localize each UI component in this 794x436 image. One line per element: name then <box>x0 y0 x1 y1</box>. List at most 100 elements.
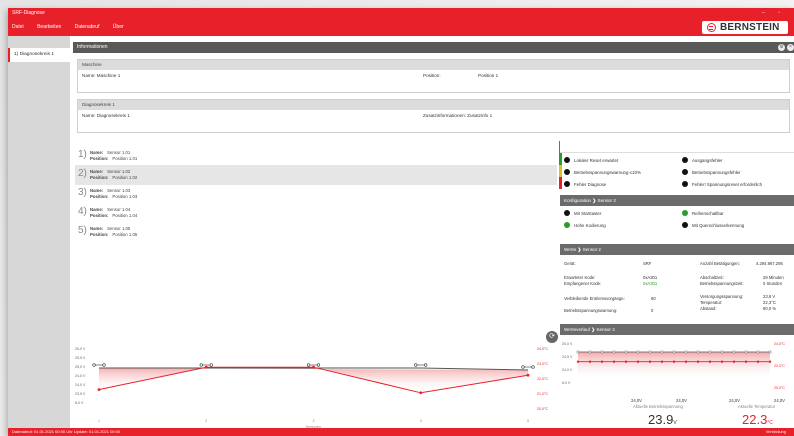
voltage-point <box>424 363 428 367</box>
logo-text: BERNSTEIN <box>720 22 780 33</box>
werte-sensor: Sensor 2 <box>582 247 601 252</box>
sensor-list-item[interactable]: 5) Name: Sensor 1.05 Position: Position 1.… <box>75 222 557 242</box>
konfig-label: Mit Starttaster <box>574 211 602 216</box>
betriebsspannungszeit-label: Betriebsspannungszeit: <box>700 281 744 286</box>
right-tick-label: 24,0°C <box>774 342 785 346</box>
history-voltage-point <box>660 350 664 354</box>
sensor-position: Position 1.01 <box>112 156 138 161</box>
voltage-point <box>414 363 418 367</box>
sensor-list-item[interactable]: 4) Name: Sensor 1.04 Position: Position 1.… <box>75 203 557 223</box>
history-temperature-point <box>672 360 676 363</box>
status-label: Fehler! Spannungsreset erforderlich <box>692 182 763 187</box>
gauge-volt-label: Aktuelle Betriebsspannung <box>633 404 683 409</box>
menu-datei[interactable]: Datei <box>12 24 24 30</box>
konfig-label: Mit Querschlusserkennung <box>692 223 745 228</box>
sensor-name: Sensor 1.01 <box>107 150 131 155</box>
menu-datenabruf[interactable]: Datenabruf <box>75 24 100 30</box>
sensor-list: 1) Name: Sensor 1.01 Position: Position 1.… <box>73 146 557 346</box>
konfig-sensor: Sensor 2 <box>597 198 616 203</box>
konfig-dot-icon <box>682 222 688 229</box>
status-bar: Datenabruf: 01.01.2021 00:00 Uhr Update:… <box>8 428 794 436</box>
history-voltage-point <box>588 350 592 354</box>
konfig-row: Mit Starttaster Reihenschaltbar <box>564 208 794 219</box>
history-temperature-point <box>588 360 592 363</box>
sensor-list-item[interactable]: 1) Name: Sensor 1.01 Position: Position 1.… <box>75 146 557 166</box>
werte-title: Werte <box>564 247 577 252</box>
sensor-name-line: Name: Sensor 1.01 <box>90 150 130 155</box>
history-temperature-point <box>576 360 580 363</box>
status-item: Ausgangsfehler <box>682 155 723 166</box>
history-temperature-point <box>768 360 772 363</box>
sensor-number: 3) <box>78 187 87 198</box>
left-tick-label: 25,0 V <box>562 342 573 346</box>
status-dot-icon <box>564 157 570 164</box>
right-tick-label: 22,0°C <box>774 364 785 368</box>
sensor-list-item-selected[interactable]: 2) Name: Sensor 1.02 Position: Position 1.… <box>75 165 557 185</box>
status-label: Ausgangsfehler <box>692 158 723 163</box>
voltage-point <box>199 363 203 367</box>
konfig-dot-icon <box>564 210 570 217</box>
sensor-overview-chart: 26,0 V 25,5 V 25,0 V 24,5 V 24,0 V 23,5 V 8,0 … <box>75 347 548 429</box>
history-temperature-point <box>696 360 700 363</box>
history-voltage-point <box>684 350 688 354</box>
history-voltage-point <box>672 350 676 354</box>
left-tick-label: 26,0 V <box>75 347 86 351</box>
status-item: Betriebsspannungsfehler <box>682 167 741 178</box>
sensor-name-label: Name: <box>90 169 104 174</box>
sensor-name: Sensor 1.02 <box>107 169 131 174</box>
abstand-label: Abstand: <box>700 306 717 311</box>
x-tick-label: 1 <box>98 419 100 423</box>
versorgungsspannung-label: Versorgungsspannung: <box>700 294 744 299</box>
sensor-position-label: Position: <box>90 213 109 218</box>
betaetigungen-value: 4.294.967.295 <box>756 261 783 266</box>
close-icon[interactable]: × <box>787 44 794 51</box>
history-temperature-point <box>660 360 664 363</box>
verbleibende-value: 60 <box>651 296 656 301</box>
konfig-row: Hohe Kodierung Mit Querschlusserkennung <box>564 220 794 231</box>
status-row: Fehler Diagnose Fehler! Spannungsreset e… <box>564 179 794 190</box>
history-temperature-point <box>744 360 748 363</box>
betriebsspannungszeit-value: 0 Stunden <box>763 281 783 286</box>
maschine-name: Name: Maschine 1 <box>82 73 121 78</box>
info-header: Informationen ⚙ × <box>73 42 794 53</box>
history-voltage-point <box>720 350 724 354</box>
menu-bearbeiten[interactable]: Bearbeiten <box>37 24 61 30</box>
sensor-position-line: Position: Position 1.03 <box>90 194 137 199</box>
versorgungsspannung-value: 23,9 V <box>763 294 776 299</box>
konfig-item: Mit Starttaster <box>564 208 601 219</box>
gauge-volt-value: 23.9V <box>648 412 677 427</box>
temperature-point <box>526 373 530 377</box>
left-tick-label: 24,5 V <box>562 355 573 359</box>
sensor-list-item[interactable]: 3) Name: Sensor 1.03 Position: Position 1.… <box>75 184 557 204</box>
maschine-title: Maschine <box>78 60 789 70</box>
history-voltage-point <box>624 350 628 354</box>
status-stripe-warn <box>559 165 562 177</box>
gauge-temp-min: 24,0V <box>729 398 740 403</box>
empfangener-kode-label: Empfangener Kode: <box>564 281 602 286</box>
diagnosekreis-box: Diagnosekreis 1 Name: Diagnosekreis 1 Zu… <box>77 99 790 133</box>
chevron-right-icon: ❯ <box>591 327 596 332</box>
window-controls[interactable]: – ▫ <box>762 8 786 19</box>
empfangener-kode-value: 0xA301 <box>643 281 658 286</box>
history-temperature-point <box>600 360 604 363</box>
status-label: Betriebsspannungsfehler <box>692 170 741 175</box>
history-voltage-point <box>696 350 700 354</box>
konfig-dot-active-icon <box>682 210 688 217</box>
konfig-header: Konfiguration ❯ Sensor 2 <box>560 195 794 206</box>
history-temperature-point <box>684 360 688 363</box>
status-label: Lokaler Reset erwartet <box>574 158 619 163</box>
settings-icon[interactable]: ⚙ <box>778 44 785 51</box>
status-label: Fehler Diagnose <box>574 182 607 187</box>
sidebar-item-diagnosekreis-1[interactable]: 1) Diagnosekreis 1 <box>8 48 70 62</box>
window-title: SRF-Diagnose <box>12 10 45 16</box>
left-tick-label: 8,0 V <box>562 381 571 385</box>
history-voltage-point <box>576 350 580 354</box>
history-temperature-point <box>708 360 712 363</box>
diagnosekreis-title: Diagnosekreis 1 <box>78 100 789 110</box>
history-temperature-point <box>624 360 628 363</box>
temperature-point <box>419 391 423 395</box>
left-tick-label: 23,5 V <box>75 392 86 396</box>
maschine-row: Name: Maschine 1 Position: Position 1 <box>78 70 789 82</box>
menu-ueber[interactable]: Über <box>113 24 124 30</box>
abstand-value: 80,0 % <box>763 306 777 311</box>
